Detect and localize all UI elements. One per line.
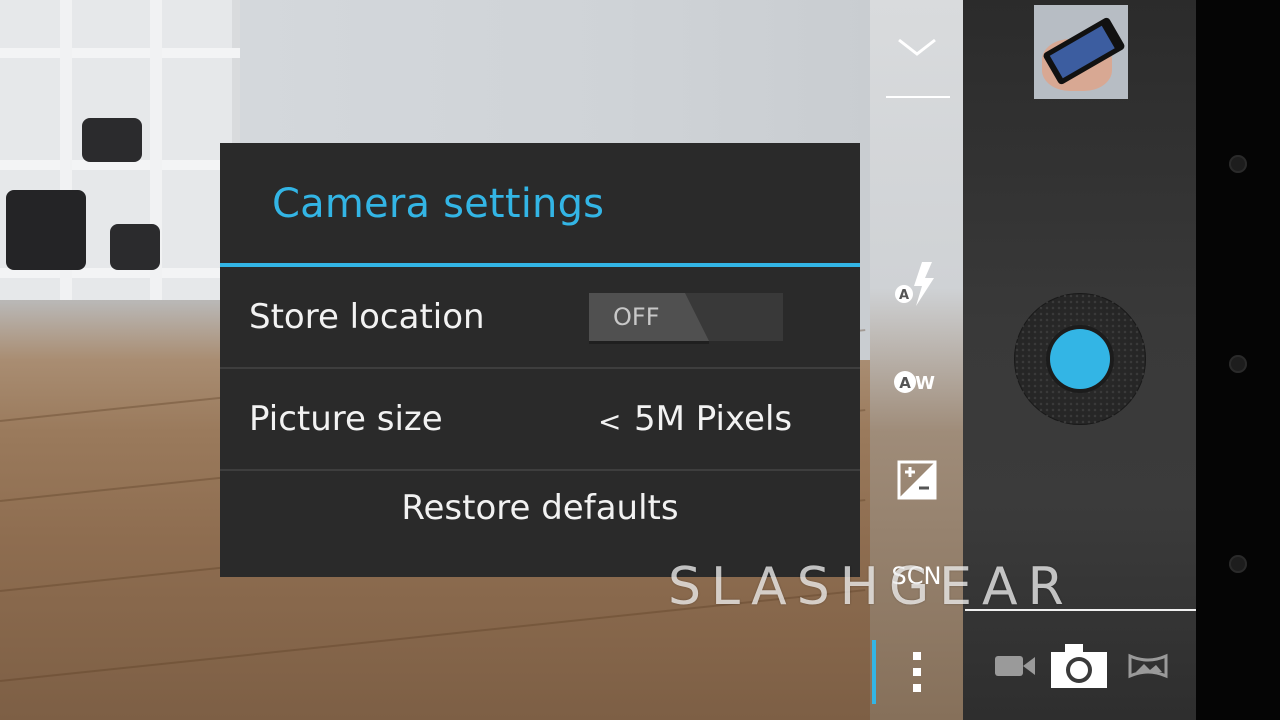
exposure-icon[interactable] bbox=[870, 458, 963, 502]
viewfinder-shelf bbox=[0, 0, 240, 300]
shutter-panel bbox=[963, 0, 1196, 720]
camera-settings-dialog: Camera settings Store location OFF Pictu… bbox=[220, 143, 860, 577]
shelf-object bbox=[110, 224, 160, 270]
picture-size-prev-arrow[interactable]: < bbox=[598, 405, 621, 438]
store-location-toggle[interactable]: OFF bbox=[589, 293, 783, 344]
shutter-button[interactable] bbox=[1050, 329, 1110, 389]
svg-text:W: W bbox=[915, 373, 935, 394]
panorama-icon[interactable] bbox=[1118, 640, 1178, 692]
last-photo-thumbnail[interactable] bbox=[1034, 5, 1128, 99]
shutter-ring bbox=[1014, 293, 1146, 425]
toggle-shadow bbox=[589, 341, 709, 344]
mode-divider bbox=[965, 609, 1196, 611]
floor-plank bbox=[0, 589, 866, 682]
row-divider bbox=[220, 469, 860, 471]
nav-home-button[interactable] bbox=[1229, 355, 1247, 373]
dialog-title: Camera settings bbox=[272, 181, 605, 227]
nav-back-button[interactable] bbox=[1229, 155, 1247, 173]
navigation-bar bbox=[1196, 0, 1280, 720]
chevron-underline bbox=[886, 96, 950, 98]
more-options-icon[interactable] bbox=[870, 648, 963, 696]
toggle-state-label: OFF bbox=[613, 303, 660, 331]
picture-size-label: Picture size bbox=[249, 399, 443, 439]
nav-recent-button[interactable] bbox=[1229, 555, 1247, 573]
restore-defaults-button[interactable]: Restore defaults bbox=[220, 488, 860, 528]
picture-size-row[interactable]: Picture size < 5M Pixels bbox=[220, 369, 860, 469]
camera-control-strip: A A W SCN bbox=[870, 0, 963, 720]
video-camera-icon[interactable] bbox=[985, 640, 1045, 692]
picture-size-value: 5M Pixels bbox=[634, 399, 793, 439]
camera-icon[interactable] bbox=[1049, 640, 1109, 692]
svg-text:A: A bbox=[898, 288, 908, 303]
store-location-label: Store location bbox=[249, 297, 485, 337]
svg-text:A: A bbox=[899, 374, 911, 392]
store-location-row[interactable]: Store location OFF bbox=[220, 267, 860, 367]
flash-auto-icon[interactable]: A bbox=[870, 260, 963, 310]
shelf-object bbox=[6, 190, 86, 270]
white-balance-icon[interactable]: A W bbox=[870, 362, 963, 402]
shelf-object bbox=[82, 118, 142, 162]
chevron-down-icon[interactable] bbox=[870, 26, 963, 70]
scene-mode-button[interactable]: SCN bbox=[870, 556, 963, 596]
shelf-board bbox=[0, 48, 240, 58]
